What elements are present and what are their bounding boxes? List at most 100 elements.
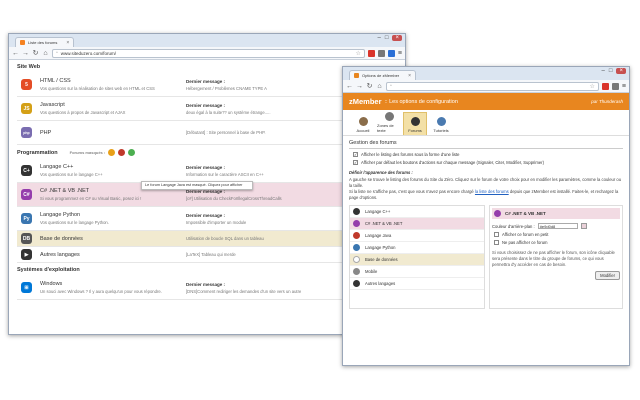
- hidden-forum-green-icon[interactable]: [128, 149, 136, 156]
- last-message[interactable]: Dernier message : deux égal à la suite?? …: [186, 103, 271, 115]
- extension-red-icon[interactable]: [367, 49, 375, 57]
- tab-accueil[interactable]: Accueil: [351, 112, 375, 135]
- selected-forum-header: C# .NET & VB .NET: [492, 208, 620, 220]
- last-message[interactable]: Dernier message : [c#] Utilisation du Che…: [186, 189, 282, 201]
- back-icon[interactable]: ←: [12, 50, 19, 57]
- forum-name[interactable]: PHP: [40, 130, 186, 136]
- home-icon[interactable]: ⌂: [376, 83, 383, 90]
- bookmark-star-icon[interactable]: ☆: [590, 83, 595, 90]
- maximize-icon[interactable]: □: [609, 68, 613, 74]
- hidden-forum-java-icon[interactable]: [118, 149, 126, 156]
- config-forum-item[interactable]: Mobile: [350, 266, 484, 279]
- forum-row[interactable]: JS Javascript Vos questions à propos de Ja…: [17, 97, 397, 121]
- address-bar[interactable]: ▫ ☆: [386, 81, 599, 91]
- list-layout-option[interactable]: Afficher le listing des forums sous la f…: [353, 152, 623, 157]
- menu-icon[interactable]: ≡: [622, 83, 626, 90]
- small-forum-checkbox[interactable]: [494, 232, 499, 238]
- tab-zmember-options[interactable]: Options de zMember ×: [349, 70, 417, 80]
- forum-row[interactable]: 5 HTML / CSS Vos questions sur la réalisat…: [17, 73, 397, 97]
- last-message-title[interactable]: [LaTeX] Tableau qui merde: [186, 252, 236, 257]
- python-icon: Py: [21, 213, 32, 224]
- last-message-title[interactable]: [DNS]Comment rediriger les demandes d'un…: [186, 289, 301, 294]
- minimize-icon[interactable]: –: [378, 35, 381, 41]
- forum-row[interactable]: php PHP [Débutant] : Site personnel à base…: [17, 121, 397, 145]
- forum-name[interactable]: HTML / CSS: [40, 78, 186, 84]
- config-forum-item[interactable]: Langage Java: [350, 230, 484, 243]
- forum-row[interactable]: ⊞ Windows Un souci avec Windows ? Il y aur…: [17, 276, 397, 300]
- reload-icon[interactable]: ↻: [32, 49, 39, 57]
- color-swatch[interactable]: [580, 223, 587, 230]
- last-message[interactable]: Dernier message : [DNS]Comment rediriger …: [186, 282, 301, 294]
- forum-row[interactable]: ▶ Autres langages [LaTeX] Tableau qui merd…: [17, 247, 397, 263]
- config-forum-item[interactable]: Base de données: [350, 254, 484, 267]
- forum-list-link[interactable]: la liste des forums: [475, 189, 509, 194]
- close-window-icon[interactable]: ×: [616, 68, 626, 74]
- forum-name[interactable]: Autres langages: [40, 252, 186, 258]
- forum-name[interactable]: Windows: [40, 281, 186, 287]
- forum-row[interactable]: DB Base de données Utilisation de boucle S…: [17, 231, 397, 247]
- last-message-title[interactable]: Utilisation de boucle SQL dans un tablea…: [186, 236, 264, 241]
- last-message-title[interactable]: [c#] Utilisation du CheckForIllegalCross…: [186, 196, 282, 201]
- reload-icon[interactable]: ↻: [366, 82, 373, 90]
- forum-description: Vos questions à propos de Javascript et …: [40, 110, 126, 115]
- list-layout-checkbox[interactable]: [353, 152, 358, 157]
- hide-forum-option[interactable]: Ne pas afficher ce forum: [494, 240, 620, 246]
- forum-name[interactable]: Javascript: [40, 102, 186, 108]
- last-message[interactable]: Dernier message : Impossible d'importer u…: [186, 213, 246, 225]
- minimize-icon[interactable]: –: [602, 68, 605, 74]
- forum-icon: [353, 256, 360, 264]
- tab-label: Accueil: [356, 128, 370, 133]
- home-icon[interactable]: ⌂: [42, 50, 49, 57]
- last-message[interactable]: Dernier message : Information sur le cara…: [186, 165, 264, 177]
- forum-name[interactable]: Langage C++: [40, 164, 186, 170]
- background-color-input[interactable]: #e9d0d8: [537, 223, 578, 230]
- last-message-title[interactable]: deux égal à la suite?? un système étrang…: [186, 110, 271, 115]
- address-bar[interactable]: ▫ www.sitedu​zero.com/forum/ ☆: [52, 48, 365, 58]
- hide-forum-checkbox[interactable]: [494, 240, 499, 246]
- config-forum-name: Langage Python: [365, 245, 396, 251]
- extension-grey-icon[interactable]: [611, 82, 619, 90]
- extension-grey-icon[interactable]: [377, 49, 385, 57]
- forum-row[interactable]: Py Langage Python Vos questions sur le lan…: [17, 207, 397, 231]
- menu-icon[interactable]: ≡: [398, 50, 402, 57]
- csharp-icon: [494, 210, 501, 218]
- action-buttons-option[interactable]: Afficher par défaut les boutons d'action…: [353, 160, 623, 165]
- last-message[interactable]: [Débutant] : Site personnel à base de PH…: [186, 130, 266, 135]
- last-message-title[interactable]: Information sur le caractère ASCII en C+…: [186, 172, 264, 177]
- tab-tutoriels[interactable]: Tutoriels: [429, 112, 453, 135]
- hide-forum-note: Si vous choisissez de ne pas afficher le…: [492, 250, 615, 268]
- close-window-icon[interactable]: ×: [392, 35, 402, 41]
- forum-row[interactable]: C+ Langage C++ Vos questions sur le langag…: [17, 159, 397, 183]
- config-forum-item[interactable]: Langage Python: [350, 242, 484, 255]
- last-message[interactable]: Utilisation de boucle SQL dans un tablea…: [186, 236, 264, 241]
- extension-red-icon[interactable]: [601, 82, 609, 90]
- forum-name[interactable]: Base de données: [40, 236, 186, 242]
- last-message-title[interactable]: [Débutant] : Site personnel à base de PH…: [186, 130, 266, 135]
- forum-name[interactable]: Langage Python: [40, 212, 186, 218]
- small-forum-option[interactable]: Afficher ce forum en petit: [494, 232, 620, 238]
- tab-forums[interactable]: Forums: [403, 112, 427, 135]
- config-forum-item[interactable]: Autres langages: [350, 278, 484, 291]
- last-message[interactable]: Dernier message : Hébergement / Problèmes…: [186, 79, 267, 91]
- extension-blue-icon[interactable]: [387, 49, 395, 57]
- forum-description: Si vous programmez en C# ou Visual Basic…: [40, 196, 142, 201]
- modify-button[interactable]: Modifier: [595, 271, 620, 280]
- maximize-icon[interactable]: □: [385, 35, 389, 41]
- hidden-forum-orange-icon[interactable]: [108, 149, 116, 156]
- action-buttons-checkbox[interactable]: [353, 160, 358, 165]
- last-message-title[interactable]: Hébergement / Problèmes CNAME TYPE A: [186, 86, 267, 91]
- last-message[interactable]: [LaTeX] Tableau qui merde: [186, 252, 236, 257]
- last-message-title[interactable]: Impossible d'importer un module: [186, 220, 246, 225]
- tab-forum-list[interactable]: Liste des forums ×: [15, 37, 75, 47]
- forum-description: Vos questions sur le langage Python.: [40, 220, 109, 225]
- close-tab-icon[interactable]: ×: [408, 73, 411, 79]
- config-forum-item[interactable]: C# .NET & VB .NET: [350, 218, 484, 231]
- section-title-row: Programmation Forums masqués :: [17, 145, 397, 159]
- forward-icon[interactable]: →: [22, 50, 29, 57]
- tab-zones-de-texte[interactable]: Zones de texte: [377, 112, 401, 135]
- bookmark-star-icon[interactable]: ☆: [356, 50, 361, 57]
- close-tab-icon[interactable]: ×: [66, 40, 69, 46]
- forward-icon[interactable]: →: [356, 83, 363, 90]
- config-forum-item[interactable]: Langage C++: [350, 206, 484, 219]
- back-icon[interactable]: ←: [346, 83, 353, 90]
